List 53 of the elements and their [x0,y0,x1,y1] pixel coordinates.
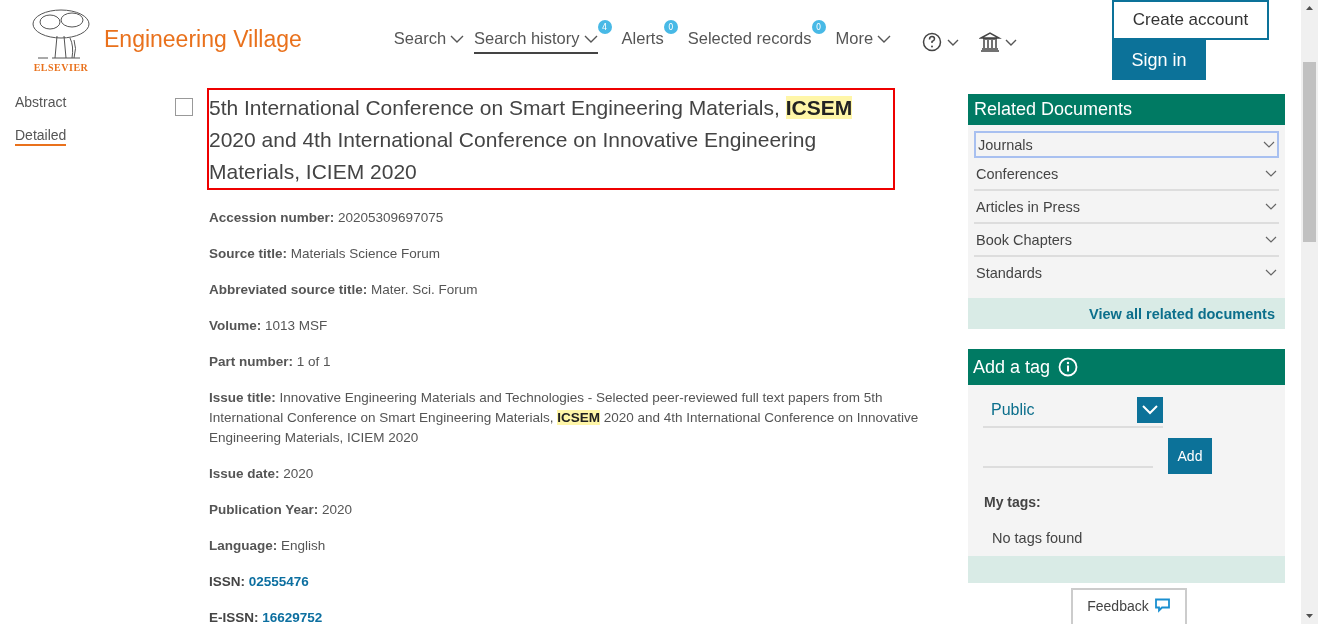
field-label: ISSN: [209,574,245,589]
info-icon[interactable] [1058,357,1079,377]
tree-logo-icon [30,8,92,62]
select-checkbox[interactable] [175,98,193,116]
related-category[interactable]: Book Chapters [974,224,1279,257]
speech-bubble-icon [1153,598,1171,613]
detail-field: Accession number: 20205309697075 [209,208,927,228]
detail-field: Publication Year: 2020 [209,500,927,520]
detail-field: Abbreviated source title: Mater. Sci. Forum [209,280,927,300]
chevron-icon [1265,203,1277,210]
issn-link[interactable]: 16629752 [262,610,323,624]
chevron-icon [1263,141,1275,148]
field-label: E-ISSN: [209,610,259,624]
sign-in-button[interactable]: Sign in [1112,40,1206,80]
nav-link[interactable]: Alerts [621,29,664,54]
empty-message: No tags found [992,530,1084,546]
nav-link[interactable]: More [835,29,892,54]
count-badge: 0 [811,20,826,34]
detail-field: Part number: 1 of 1 [209,352,927,372]
nav-link[interactable]: Search history [474,29,598,54]
count-badge: 0 [663,20,678,34]
detail-field: Language: English [209,536,927,556]
nav-link[interactable]: Search [393,29,465,54]
chevron-icon [1265,236,1277,243]
record-title: 5th International Conference on Smart Engineering Materials, ICSEM 2020 and 4th International Conference on Innovative Engineering Materials, ICIEM 2020 [207,88,895,190]
count-badge: 4 [597,20,612,34]
view-tab[interactable]: Detailed [15,127,67,146]
chevron-icon [1142,405,1158,415]
detail-field: Source title: Materials Science Forum [209,244,927,264]
my-tags-label: My tags: [984,494,1042,510]
caret-icon [450,34,465,43]
related-category[interactable]: Journals [974,131,1279,158]
view-tab[interactable]: Abstract [15,94,67,111]
visibility-select[interactable]: Public [983,397,1163,428]
create-account-button[interactable]: Create account [1112,0,1269,40]
chevron-icon [1265,269,1277,276]
caret-icon [877,34,892,43]
add-button[interactable]: Add [1168,438,1212,474]
caret-icon [583,34,598,43]
nav-link[interactable]: Selected records [687,29,812,54]
publisher-wordmark: ELSEVIER [33,62,89,73]
detail-field: Issue title: Innovative Engineering Materials and Technologies - Selected peer-reviewed full text papers from 5th International Conference on Smart Engineering Materials, ICSEM 2020 and 4th International Conference on Innovative Engineering Materials, ICIEM 2020 [209,388,927,448]
issn-link[interactable]: 02555476 [248,574,309,589]
related-category[interactable]: Standards [974,257,1279,288]
chevron-icon [1265,170,1277,177]
feedback-button[interactable]: Feedback [1071,588,1187,624]
panel-header: Related Documents [968,94,1285,125]
detail-field: Volume: 1013 MSF [209,316,927,336]
related-category[interactable]: Articles in Press [974,191,1279,224]
related-category[interactable]: Conferences [974,158,1279,191]
scrollbar[interactable] [1301,0,1318,624]
detail-field: Issue date: 2020 [209,464,927,484]
panel-header: Add a tag [973,356,1051,378]
